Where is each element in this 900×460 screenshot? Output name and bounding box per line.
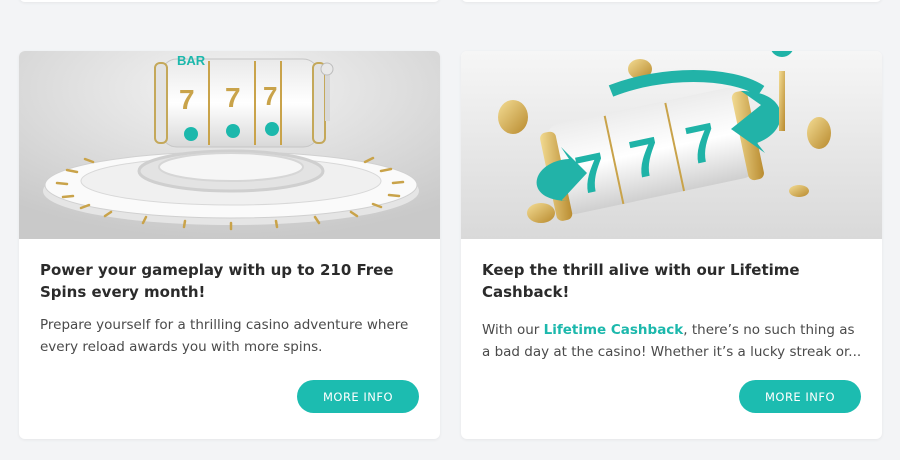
previous-card-bottom-left [19, 0, 440, 2]
reel-symbol: 7 [225, 82, 241, 113]
card-description: Prepare yourself for a thrilling casino … [40, 317, 409, 355]
reel-symbol: 7 [179, 84, 195, 115]
lifetime-cashback-card: 7 7 7 Keep the thrill alive with our Lif… [461, 51, 882, 439]
reel-symbol: 7 [263, 81, 277, 111]
previous-card-bottom-right [461, 0, 882, 2]
lifetime-cashback-link[interactable]: Lifetime Cashback [544, 322, 684, 338]
reel-symbol: BAR [177, 53, 206, 68]
more-info-button[interactable]: MORE INFO [739, 380, 861, 413]
slot-machine-image: BAR 7 7 7 [19, 51, 440, 239]
card-description: With our Lifetime Cashback, there’s no s… [482, 319, 866, 363]
card-title: Power your gameplay with up to 210 Free … [40, 261, 394, 301]
text-before-link: With our [482, 322, 544, 338]
more-info-button[interactable]: MORE INFO [297, 380, 419, 413]
cashback-slot-image: 7 7 7 [461, 51, 882, 239]
card-title: Keep the thrill alive with our Lifetime … [482, 261, 800, 301]
free-spins-card: BAR 7 7 7 Power your gameplay with up to… [19, 51, 440, 439]
